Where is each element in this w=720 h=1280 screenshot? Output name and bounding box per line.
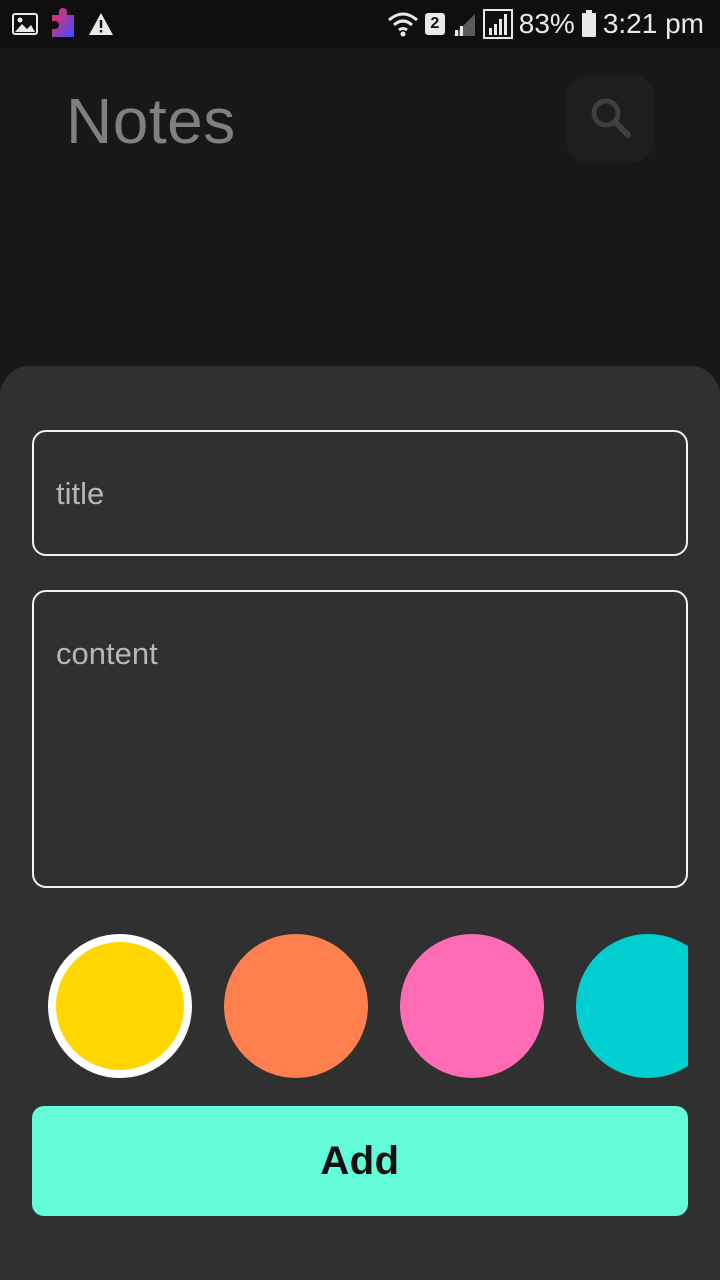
search-button[interactable] (566, 75, 654, 163)
title-input[interactable]: title (32, 430, 688, 556)
wifi-icon (387, 10, 419, 38)
battery-icon (581, 10, 597, 38)
color-picker (48, 934, 688, 1078)
status-right-icons: 2 83% 3:21 pm (387, 6, 704, 42)
sim-badge-icon: 2 (424, 13, 445, 35)
warning-icon (88, 12, 114, 36)
add-button[interactable]: Add (32, 1106, 688, 1216)
battery-percent: 83% (518, 8, 575, 39)
content-placeholder: content (56, 636, 158, 671)
signal-full-icon (482, 9, 513, 39)
signal-weak-icon (451, 10, 477, 38)
content-input[interactable]: content (32, 590, 688, 888)
status-left-icons (12, 8, 114, 40)
image-icon (12, 12, 38, 36)
title-placeholder: title (56, 476, 105, 511)
color-swatch[interactable] (48, 934, 192, 1078)
clock: 3:21 pm (602, 8, 704, 39)
puzzle-icon (48, 7, 78, 41)
color-swatch[interactable] (224, 934, 368, 1078)
color-swatch[interactable] (576, 934, 688, 1078)
status-bar: 2 83% 3:21 pm (0, 0, 720, 48)
add-note-sheet: title content Add (0, 366, 720, 1280)
color-swatch[interactable] (400, 934, 544, 1078)
page-title: Notes (66, 85, 236, 157)
search-icon (588, 95, 632, 144)
